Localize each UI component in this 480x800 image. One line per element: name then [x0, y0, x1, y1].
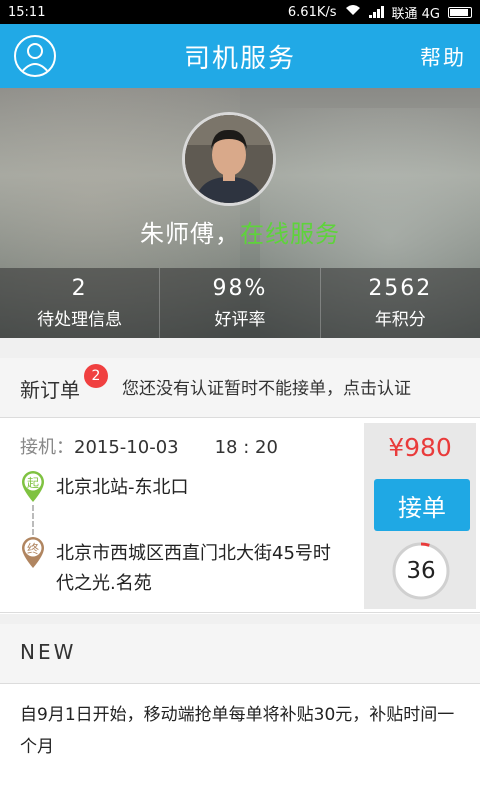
- user-icon: [20, 43, 50, 74]
- pickup-date: 2015-10-03: [74, 437, 179, 458]
- wifi-icon: [345, 4, 361, 20]
- section-divider: [0, 338, 480, 358]
- new-order-count-badge: 2: [84, 364, 108, 388]
- net-speed: 6.61K/s: [287, 4, 337, 20]
- stat-points[interactable]: 2562 年积分: [321, 268, 480, 338]
- pickup-info: 接机：2015-10-03 18 : 20: [20, 433, 278, 459]
- start-pin-icon: 起: [22, 471, 44, 502]
- title-bar: 司机服务 帮助: [0, 24, 480, 88]
- page-title: 司机服务: [183, 43, 296, 74]
- start-address: 北京北站-东北口: [56, 477, 189, 498]
- countdown-value: 36: [406, 558, 436, 584]
- online-status: 在线服务: [240, 220, 340, 248]
- carrier-label: 联通 4G: [391, 6, 440, 22]
- pickup-label: 接机：: [20, 437, 74, 458]
- profile-hero: 朱师傅，在线服务 2 待处理信息 98% 好评率 2562 年积分: [0, 88, 480, 338]
- news-text: 自9月1日开始，移动端抢单每单将补贴30元，补贴时间一个月: [20, 705, 455, 757]
- driver-name: 朱师傅，: [140, 220, 240, 248]
- new-order-label: 新订单: [20, 378, 80, 402]
- certification-notice-link[interactable]: 您还没有认证暂时不能接单，点击认证: [122, 374, 411, 399]
- stat-value: 2: [71, 276, 88, 301]
- end-pin-icon: 终: [22, 537, 44, 568]
- stat-rating[interactable]: 98% 好评率: [160, 268, 321, 338]
- stat-value: 2562: [368, 276, 433, 301]
- stats-bar: 2 待处理信息 98% 好评率 2562 年积分: [0, 268, 480, 338]
- stat-value: 98%: [212, 276, 268, 301]
- start-pin-label: 起: [27, 476, 39, 490]
- battery-icon: [448, 6, 472, 18]
- pickup-time: 18 : 20: [214, 437, 278, 458]
- news-header: NEW: [0, 624, 480, 684]
- stat-label: 待处理信息: [37, 310, 123, 330]
- stat-label: 年积分: [374, 310, 426, 330]
- accept-order-button[interactable]: 接单: [374, 479, 470, 531]
- signal-icon: [368, 6, 384, 18]
- driver-status-line: 朱师傅，在线服务: [0, 214, 480, 249]
- stat-pending-messages[interactable]: 2 待处理信息: [0, 268, 161, 338]
- order-card[interactable]: 接机：2015-10-03 18 : 20 起 终 北京北站-东北口 北京市西城区…: [0, 419, 480, 613]
- driver-avatar[interactable]: [182, 112, 276, 206]
- news-heading: NEW: [20, 640, 77, 664]
- help-button[interactable]: 帮助: [420, 42, 466, 72]
- end-pin-label: 终: [27, 541, 39, 556]
- stat-label: 好评率: [214, 310, 266, 330]
- order-action-panel: ¥980 接单 36: [364, 423, 476, 609]
- route-connector: [32, 505, 34, 535]
- countdown-timer: 36: [391, 541, 451, 601]
- new-order-header: 新订单 2 您还没有认证暂时不能接单，点击认证: [0, 358, 480, 418]
- section-divider: [0, 614, 480, 624]
- user-profile-button[interactable]: [14, 35, 56, 77]
- news-item[interactable]: 自9月1日开始，移动端抢单每单将补贴30元，补贴时间一个月: [0, 685, 480, 800]
- status-time: 15:11: [8, 4, 46, 20]
- status-bar: 15:11 6.61K/s 联通 4G: [0, 0, 480, 24]
- end-address: 北京市西城区西直门北大街45号时代之光.名苑: [56, 543, 331, 594]
- order-price: ¥980: [388, 433, 452, 462]
